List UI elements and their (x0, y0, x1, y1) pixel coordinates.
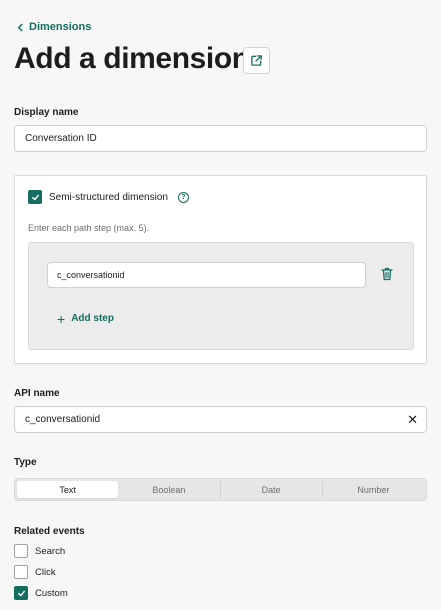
api-name-label: API name (14, 388, 60, 399)
add-dimension-page: Dimensions Add a dimension Display name … (0, 0, 441, 610)
external-link-icon (251, 55, 262, 66)
semi-structured-row: Semi-structured dimension ? (28, 190, 189, 204)
type-option-date[interactable]: Date (219, 481, 322, 498)
type-option-boolean[interactable]: Boolean (118, 481, 219, 498)
semi-structured-label: Semi-structured dimension (49, 191, 168, 203)
checkmark-icon (31, 194, 39, 200)
type-segmented-control: Text Boolean Date Number (14, 478, 427, 501)
path-steps-panel: c_conversationid + Add step (28, 242, 414, 350)
semi-structured-card: Semi-structured dimension ? Enter each p… (14, 175, 427, 364)
path-step-hint: Enter each path step (max. 5). (28, 223, 150, 233)
add-step-button[interactable]: + Add step (57, 310, 114, 327)
event-row-click: Click (14, 565, 56, 579)
page-title: Add a dimension (14, 42, 250, 75)
api-name-value: c_conversationid (25, 414, 101, 425)
breadcrumb-back-link[interactable]: Dimensions (16, 21, 91, 33)
display-name-value: Conversation ID (25, 133, 97, 144)
display-name-input[interactable]: Conversation ID (14, 125, 427, 152)
display-name-label: Display name (14, 107, 79, 118)
related-events-label: Related events (14, 526, 85, 537)
trash-icon[interactable] (381, 267, 393, 281)
event-checkbox-search[interactable] (14, 544, 28, 558)
event-row-custom: Custom (14, 586, 68, 600)
api-name-input[interactable]: c_conversationid ✕ (14, 406, 427, 433)
event-label-custom: Custom (35, 587, 68, 599)
semi-structured-checkbox[interactable] (28, 190, 42, 204)
help-circle-icon[interactable]: ? (177, 191, 189, 203)
chevron-left-icon (17, 23, 23, 31)
type-option-text[interactable]: Text (17, 481, 119, 498)
event-label-search: Search (35, 545, 66, 557)
add-step-label: Add step (71, 313, 114, 324)
open-docs-button[interactable] (243, 47, 270, 74)
path-step-value: c_conversationid (57, 270, 125, 280)
event-checkbox-custom[interactable] (14, 586, 28, 600)
path-step-input[interactable]: c_conversationid (47, 262, 366, 288)
event-checkbox-click[interactable] (14, 565, 28, 579)
close-icon[interactable]: ✕ (407, 413, 418, 426)
breadcrumb-label: Dimensions (29, 21, 92, 33)
plus-icon: + (57, 310, 66, 327)
type-option-number[interactable]: Number (321, 481, 424, 498)
checkmark-icon (17, 590, 25, 596)
event-row-search: Search (14, 544, 65, 558)
event-label-click: Click (35, 566, 56, 578)
type-label: Type (14, 457, 37, 468)
